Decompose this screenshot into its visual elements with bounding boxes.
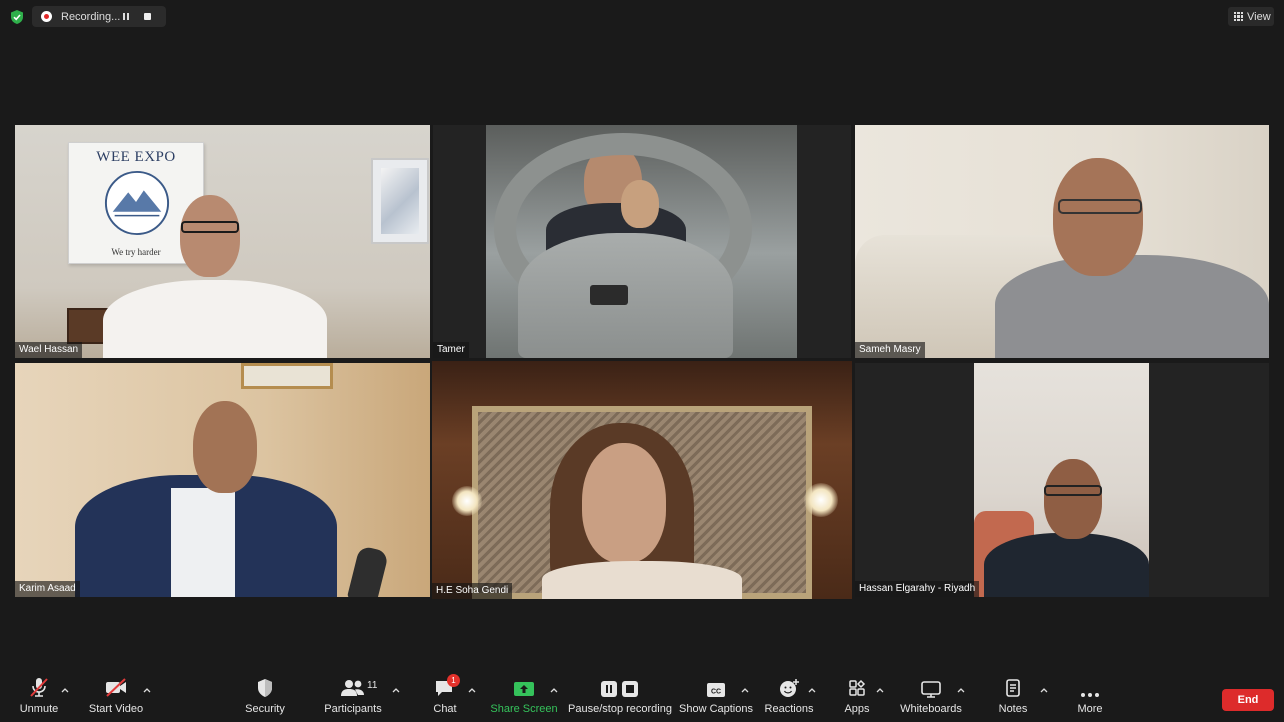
person-head (582, 443, 666, 563)
view-label: View (1247, 10, 1271, 23)
person-head (1053, 158, 1143, 276)
recording-indicator: Recording... (32, 6, 166, 27)
participants-options-caret-icon[interactable] (392, 686, 400, 694)
sign-title: WEE EXPO (96, 149, 176, 165)
video-camera-off-icon (106, 678, 126, 697)
participants-icon (341, 680, 364, 696)
person-body (984, 533, 1149, 597)
eyeglasses (1058, 199, 1142, 214)
participants-label: Participants (324, 703, 382, 715)
recording-dot-icon (41, 11, 52, 22)
notes-options-caret-icon[interactable] (1040, 686, 1048, 694)
closed-captions-icon: CC (707, 683, 725, 697)
notes-button[interactable]: Notes (993, 674, 1033, 722)
participant-name: Sameh Masry (855, 342, 925, 358)
chat-label: Chat (433, 703, 457, 715)
start-video-label: Start Video (88, 703, 144, 715)
video-tile-karim-asaad[interactable]: Karim Asaad (15, 363, 430, 597)
notes-label: Notes (998, 703, 1028, 715)
show-captions-label: Show Captions (679, 703, 753, 715)
share-screen-icon (514, 682, 534, 696)
captions-options-caret-icon[interactable] (741, 686, 749, 694)
grid-icon (1234, 12, 1243, 21)
pause-icon[interactable] (123, 13, 129, 20)
pause-stop-recording-label: Pause/stop recording (568, 703, 672, 715)
more-button[interactable]: More (1070, 674, 1110, 722)
participants-count: 11 (367, 680, 378, 691)
person-head (193, 401, 257, 493)
person-head (1044, 459, 1102, 539)
video-feed (974, 363, 1149, 597)
apps-label: Apps (844, 703, 870, 715)
participant-name: Hassan Elgarahy - Riyadh (855, 581, 980, 597)
video-options-caret-icon[interactable] (143, 686, 151, 694)
notes-icon (1006, 679, 1020, 697)
video-feed (486, 125, 797, 358)
participant-name: Wael Hassan (15, 342, 83, 358)
chat-unread-badge: 1 (447, 674, 460, 687)
reactions-options-caret-icon[interactable] (808, 686, 816, 694)
apps-button[interactable]: Apps (838, 674, 876, 722)
more-label: More (1077, 703, 1103, 715)
stop-icon[interactable] (144, 13, 151, 20)
reactions-button[interactable]: Reactions (763, 674, 815, 722)
share-options-caret-icon[interactable] (550, 686, 558, 694)
whiteboards-button[interactable]: Whiteboards (898, 674, 964, 722)
person-body (103, 280, 327, 358)
more-dots-icon (1081, 693, 1099, 697)
participant-name: H.E Soha Gendi (432, 583, 513, 599)
whiteboard-icon (921, 681, 941, 698)
wee-expo-logo (104, 170, 170, 236)
video-tile-sameh-masry[interactable]: Sameh Masry (855, 125, 1269, 358)
share-screen-button[interactable]: Share Screen (490, 674, 558, 722)
video-tile-wael-hassan[interactable]: WEE EXPO We try harder Wael Hassan (15, 125, 430, 358)
shield-icon (258, 679, 272, 697)
security-label: Security (245, 703, 285, 715)
video-tile-tamer[interactable]: Tamer (433, 125, 851, 358)
wall-art-frame (371, 158, 429, 244)
share-screen-label: Share Screen (490, 703, 558, 715)
participant-name: Karim Asaad (15, 581, 80, 597)
whiteboards-options-caret-icon[interactable] (957, 686, 965, 694)
end-meeting-button[interactable]: End (1222, 689, 1274, 711)
participant-name: Tamer (433, 342, 469, 358)
pause-stop-recording-icon (601, 681, 638, 697)
shirt (171, 488, 235, 597)
start-video-button[interactable]: Start Video (88, 674, 144, 722)
video-tile-soha-gendi[interactable]: H.E Soha Gendi (432, 361, 852, 599)
recording-label: Recording... (61, 10, 121, 23)
microphone-muted-icon (30, 678, 48, 697)
security-button[interactable]: Security (240, 674, 290, 722)
eyeglasses (1044, 485, 1102, 496)
emoji-reaction-icon (780, 679, 799, 697)
top-bar: Recording... View (0, 0, 1284, 34)
wall-lamp-right (804, 483, 838, 517)
pause-stop-recording-button[interactable]: Pause/stop recording (568, 674, 672, 722)
shield-check-icon[interactable] (9, 9, 25, 25)
video-tile-hassan-elgarahy[interactable]: Hassan Elgarahy - Riyadh (855, 363, 1269, 597)
unmute-label: Unmute (19, 703, 59, 715)
eyeglasses (181, 221, 239, 233)
meeting-toolbar: Unmute Start Video Security Participants… (0, 674, 1284, 722)
chat-options-caret-icon[interactable] (468, 686, 476, 694)
person-body (542, 561, 742, 599)
unmute-button[interactable]: Unmute (15, 674, 63, 722)
person-head (180, 195, 240, 277)
wall-lamp-left (452, 486, 482, 516)
show-captions-button[interactable]: CC Show Captions (679, 674, 753, 722)
person-body (995, 255, 1269, 358)
apps-icon (849, 680, 866, 696)
whiteboards-label: Whiteboards (900, 703, 962, 715)
svg-text:CC: CC (711, 689, 721, 696)
apps-options-caret-icon[interactable] (876, 686, 884, 694)
view-button[interactable]: View (1228, 7, 1274, 26)
wall-frame (241, 363, 333, 389)
unmute-options-caret-icon[interactable] (61, 686, 69, 694)
reactions-label: Reactions (764, 703, 814, 715)
